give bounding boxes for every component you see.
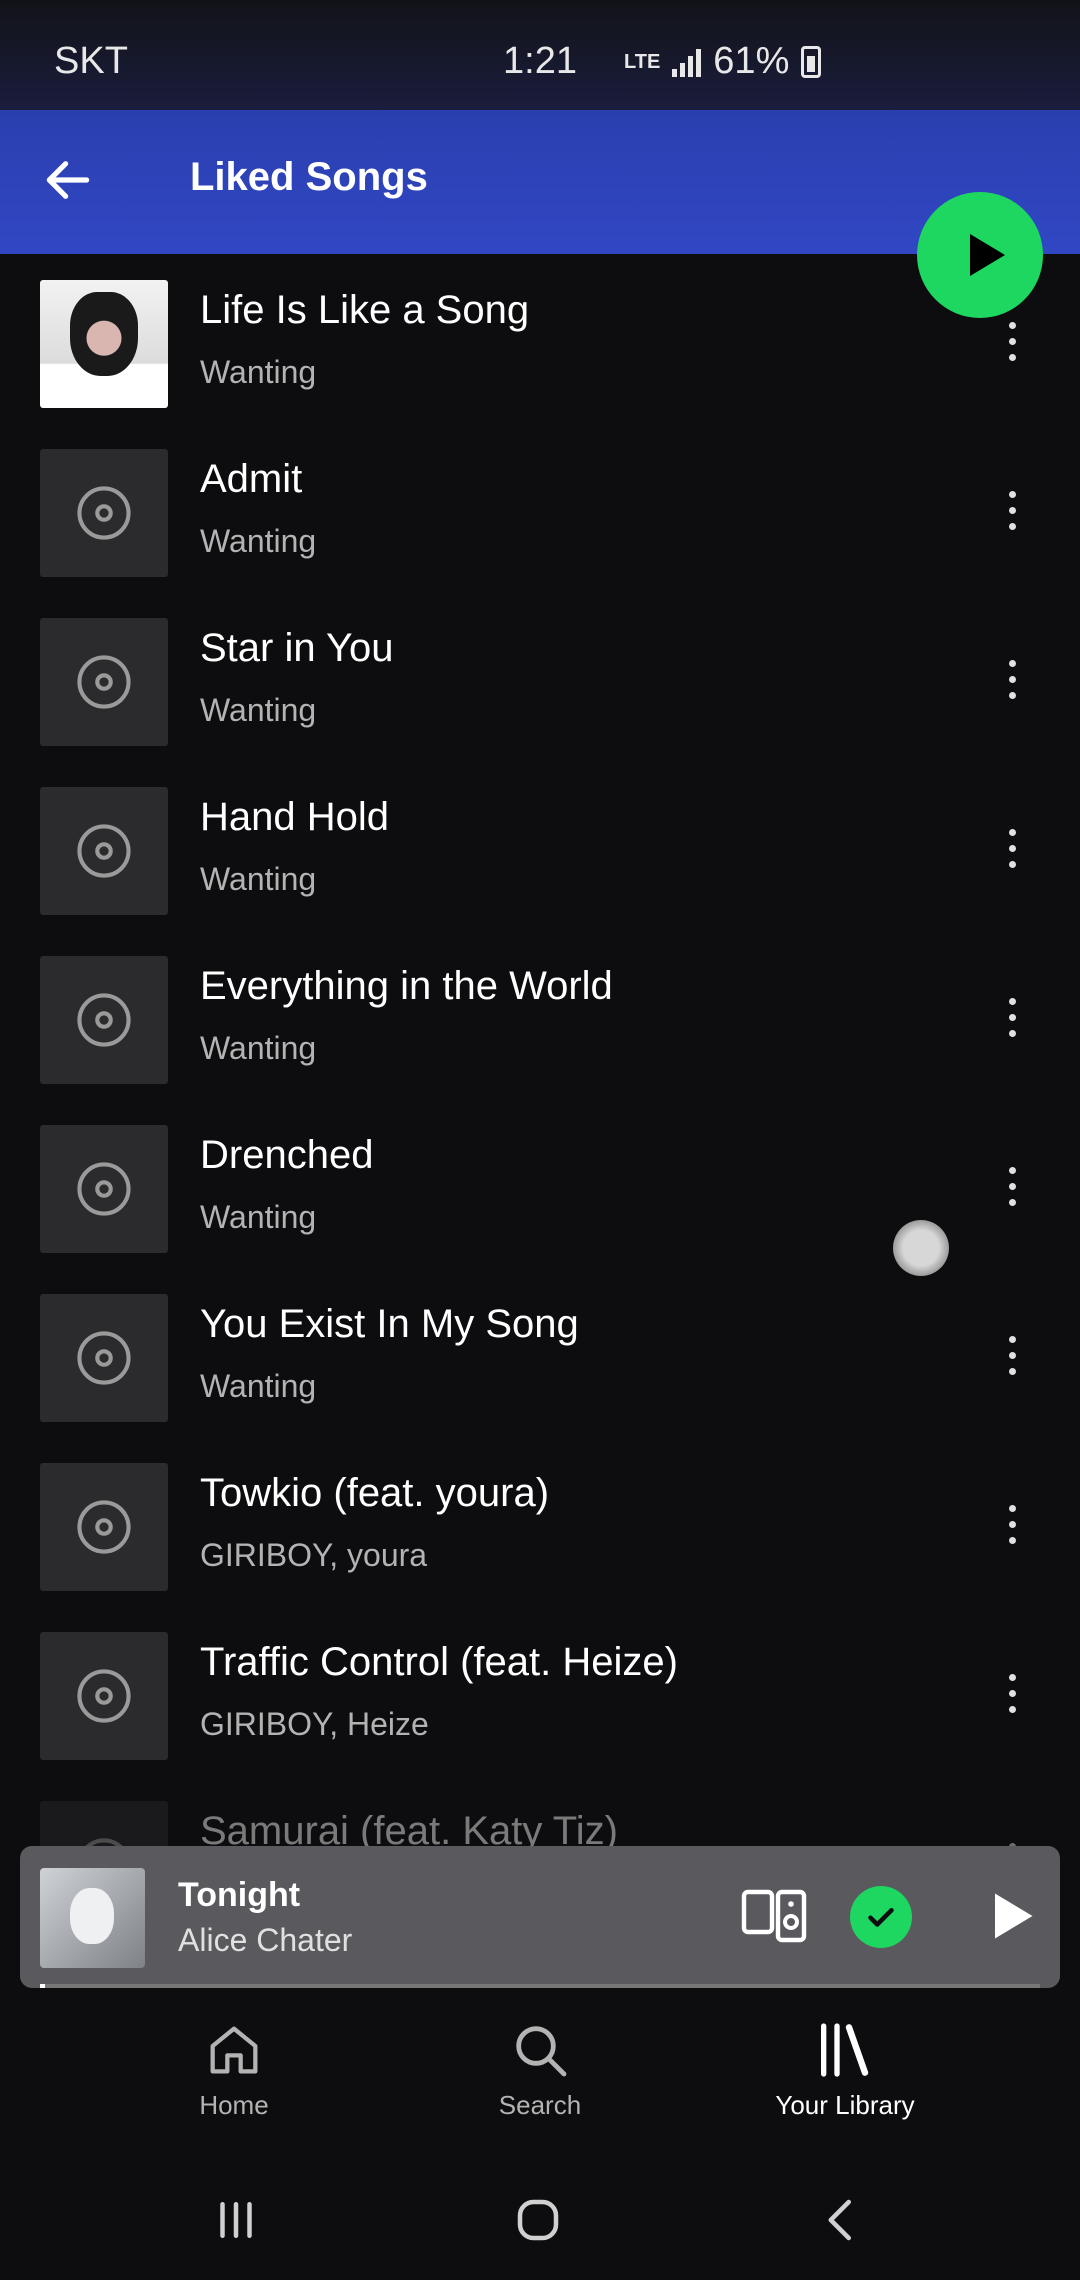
song-title: Life Is Like a Song xyxy=(200,288,530,332)
song-artist: Wanting xyxy=(200,692,317,728)
mini-player-progress-fill xyxy=(40,1984,45,1988)
mini-player-title: Tonight xyxy=(178,1876,301,1914)
album-placeholder-icon xyxy=(77,655,131,709)
song-row[interactable]: Admit Wanting xyxy=(0,423,1080,592)
song-title: Admit xyxy=(200,457,303,501)
album-placeholder xyxy=(40,1632,168,1760)
play-icon xyxy=(970,234,1005,276)
song-row[interactable]: Samurai (feat. Katy Tiz) xyxy=(0,1775,1080,1854)
album-placeholder xyxy=(40,956,168,1084)
back-button[interactable] xyxy=(28,140,108,220)
liked-button[interactable] xyxy=(850,1886,912,1948)
mini-player-album-art xyxy=(40,1868,145,1968)
album-placeholder xyxy=(40,618,168,746)
album-placeholder xyxy=(40,1125,168,1253)
more-options-icon[interactable] xyxy=(990,306,1034,376)
album-placeholder-icon xyxy=(77,1331,131,1385)
song-artist: Wanting xyxy=(200,1199,317,1235)
liked-check-icon xyxy=(868,1908,894,1927)
album-placeholder-icon xyxy=(77,486,131,540)
song-row[interactable]: Hand Hold Wanting xyxy=(0,761,1080,930)
system-home-button[interactable] xyxy=(498,2190,578,2250)
more-options-icon[interactable] xyxy=(990,1320,1034,1390)
battery-percent: 61% xyxy=(713,40,790,82)
status-bar: SKT 1:21 LTE 61% xyxy=(0,0,1080,110)
song-title: Star in You xyxy=(200,626,394,670)
bottom-navigation: Home Search Your Library xyxy=(0,1988,1080,2160)
song-row[interactable]: Traffic Control (feat. Heize) GIRIBOY, He… xyxy=(0,1606,1080,1775)
album-placeholder xyxy=(40,1463,168,1591)
nav-your-library[interactable]: Your Library xyxy=(745,2018,945,2138)
album-placeholder-icon xyxy=(77,993,131,1047)
mini-player[interactable]: Tonight Alice Chater xyxy=(20,1846,1060,1988)
song-artist: GIRIBOY, youra xyxy=(200,1537,428,1573)
nav-search[interactable]: Search xyxy=(440,2018,640,2138)
clock: 1:21 xyxy=(503,40,577,82)
nav-your-library-label: Your Library xyxy=(775,2090,915,2120)
shuffle-play-button[interactable] xyxy=(917,192,1043,318)
page-title: Liked Songs xyxy=(190,155,428,199)
search-icon xyxy=(516,2026,567,2077)
battery-icon xyxy=(801,45,822,78)
more-options-icon[interactable] xyxy=(990,813,1034,883)
mini-player-play-icon[interactable] xyxy=(980,1886,1040,1946)
system-navigation-bar xyxy=(0,2160,1080,2280)
song-row[interactable]: Star in You Wanting xyxy=(0,592,1080,761)
album-art-photo xyxy=(70,292,138,376)
more-options-icon[interactable] xyxy=(990,1489,1034,1559)
album-placeholder xyxy=(40,787,168,915)
song-row[interactable]: Life Is Like a Song Wanting xyxy=(0,254,1080,423)
song-title: Towkio (feat. youra) xyxy=(200,1471,550,1515)
system-back-button[interactable] xyxy=(802,2190,882,2250)
song-row[interactable]: Everything in the World Wanting xyxy=(0,930,1080,1099)
more-options-icon[interactable] xyxy=(990,475,1034,545)
more-options-icon[interactable] xyxy=(990,644,1034,714)
status-indicators: LTE 61% xyxy=(624,40,822,83)
album-placeholder-icon xyxy=(77,1669,131,1723)
song-row[interactable]: You Exist In My Song Wanting xyxy=(0,1268,1080,1437)
back-chevron-icon xyxy=(828,2199,851,2241)
album-placeholder-icon xyxy=(77,824,131,878)
network-type-label: LTE xyxy=(624,50,661,73)
arrow-left-icon xyxy=(46,161,90,199)
album-placeholder xyxy=(40,449,168,577)
mini-player-artist: Alice Chater xyxy=(178,1922,353,1958)
nav-home[interactable]: Home xyxy=(134,2018,334,2138)
home-circle-icon xyxy=(517,2199,559,2241)
song-artist: Wanting xyxy=(200,354,317,390)
song-row[interactable]: Towkio (feat. youra) GIRIBOY, youra xyxy=(0,1437,1080,1606)
song-title: Everything in the World xyxy=(200,964,613,1008)
album-placeholder-icon xyxy=(77,1162,131,1216)
song-title: You Exist In My Song xyxy=(200,1302,579,1346)
mini-player-progress xyxy=(40,1984,1040,1988)
more-options-icon[interactable] xyxy=(990,1658,1034,1728)
song-artist: Wanting xyxy=(200,523,317,559)
song-artist: Wanting xyxy=(200,1368,317,1404)
album-art xyxy=(40,280,168,408)
more-options-icon[interactable] xyxy=(990,1151,1034,1221)
touch-indicator xyxy=(893,1220,949,1276)
album-placeholder xyxy=(40,1294,168,1422)
album-placeholder-icon xyxy=(77,1500,131,1554)
song-title: Hand Hold xyxy=(200,795,390,839)
library-icon xyxy=(821,2023,869,2077)
recents-button[interactable] xyxy=(196,2190,276,2250)
nav-home-label: Home xyxy=(199,2090,269,2120)
connect-device-icon[interactable] xyxy=(740,1884,808,1948)
song-artist: Wanting xyxy=(200,1030,317,1066)
song-artist: Wanting xyxy=(200,861,317,897)
song-list[interactable]: Life Is Like a Song Wanting Admit Wanting St… xyxy=(0,254,1080,1854)
song-title: Drenched xyxy=(200,1133,374,1177)
song-artist: GIRIBOY, Heize xyxy=(200,1706,429,1742)
header-bar: Liked Songs xyxy=(0,110,1080,254)
recents-icon xyxy=(220,2202,252,2238)
more-options-icon[interactable] xyxy=(990,982,1034,1052)
nav-search-label: Search xyxy=(498,2090,582,2120)
signal-icon xyxy=(672,47,702,77)
carrier-label: SKT xyxy=(54,40,128,82)
home-icon xyxy=(210,2026,258,2074)
song-title: Traffic Control (feat. Heize) xyxy=(200,1640,678,1684)
